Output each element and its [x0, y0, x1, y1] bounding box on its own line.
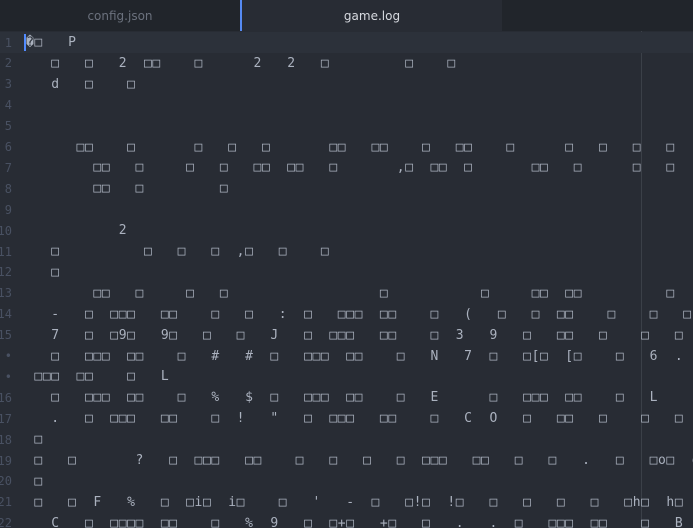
line-number: 7	[0, 161, 12, 175]
line-number-text: 22	[0, 516, 12, 528]
editor-line[interactable]: 7 □□ □ □ □ □□ □□ □ ,□ □□ □ □□ □ □ □	[0, 157, 693, 178]
line-number: 2	[0, 56, 12, 70]
line-text: 7 □ □9□ 9□ □ □ J □ □□□ □□ □ 3 9 □ □□ □ □…	[26, 327, 684, 343]
line-number-text: 10	[0, 223, 12, 238]
line-number-text: 16	[0, 390, 12, 405]
editor-line[interactable]: 12 □	[0, 262, 693, 283]
line-text: □ □ ? □ □□□ □□ □ □ □ □ □□□ □□ □ □ . □ □o…	[26, 453, 693, 468]
line-number: 13	[0, 286, 12, 300]
line-text: d □ □	[26, 76, 136, 92]
line-text: □□□ □□ □ L	[26, 369, 170, 385]
line-text: □□ □ □ □ □ □ □□ □□ □	[26, 285, 675, 301]
line-number-text: 11	[0, 244, 12, 259]
line-number-text: 1	[4, 35, 12, 50]
line-number: 11	[0, 245, 12, 259]
tab-label: game.log	[343, 8, 401, 23]
editor-line[interactable]: 15 7 □ □9□ 9□ □ □ J □ □□□ □□ □ 3 9 □ □□ …	[0, 325, 693, 346]
editor-line[interactable]: 6 □□ □ □ □ □ □□ □□ □ □□ □ □ □ □ □	[0, 137, 693, 158]
line-number: 9	[0, 203, 12, 217]
line-number-text: 19	[0, 453, 12, 468]
editor-line[interactable]: 17 . □ □□□ □□ □ ! " □ □□□ □□ □ C O □ □□ …	[0, 408, 693, 429]
line-text: □□ □ □ □ □ □□ □□ □ □□ □ □ □ □ □	[26, 139, 675, 155]
line-text: □ □□□ □□ □ % $ □ □□□ □□ □ E □ □□□ □□ □ L	[26, 390, 658, 406]
line-number: •	[0, 349, 12, 363]
line-number: 10	[0, 224, 12, 238]
editor-line[interactable]: 2 □ □ 2 □□ □ 2 2 □ □ □	[0, 53, 693, 74]
editor-line[interactable]: 5	[0, 116, 693, 137]
line-number: 8	[0, 182, 12, 196]
editor-line[interactable]: 9	[0, 199, 693, 220]
line-number: 1	[0, 36, 12, 50]
editor-line[interactable]: 18 □	[0, 429, 693, 450]
line-text: □□ □ □	[26, 181, 229, 197]
line-text: □ □ □ □ ,□ □ □	[26, 244, 330, 259]
line-number-text: 9	[4, 202, 12, 217]
editor-line[interactable]: 14 - □ □□□ □□ □ □ : □ □□□ □□ □ ( □ □ □□ …	[0, 304, 693, 325]
line-text: - □ □□□ □□ □ □ : □ □□□ □□ □ ( □ □ □□ □ □…	[26, 306, 692, 322]
line-text: □	[26, 264, 60, 280]
line-text: 2	[26, 223, 128, 239]
line-text: □□ □ □ □ □□ □□ □ ,□ □□ □ □□ □ □ □	[26, 160, 675, 176]
tab-config-json[interactable]: config.json	[0, 0, 240, 31]
editor-line[interactable]: 8 □□ □ □	[0, 178, 693, 199]
line-number: 20	[0, 474, 12, 488]
line-number-text: 21	[0, 495, 12, 510]
line-text: □	[26, 473, 43, 489]
line-text: □ □□□ □□ □ # # □ □□□ □□ □ N 7 □ □[□ [□ □…	[26, 348, 684, 364]
line-number-text: 5	[4, 119, 12, 134]
line-number-text: 20	[0, 474, 12, 489]
line-number: •	[0, 370, 12, 384]
line-number: 19	[0, 454, 12, 468]
line-text: C □ □□□□ □□ □ % 9 □ □+□ +□ □ . . □ □□□ □…	[26, 515, 684, 528]
editor-line[interactable]: 3 d □ □	[0, 74, 693, 95]
line-number-text: 4	[4, 98, 12, 113]
line-text: . □ □□□ □□ □ ! " □ □□□ □□ □ C O □ □□ □ □…	[26, 411, 684, 427]
tab-label: config.json	[87, 8, 153, 23]
editor-line[interactable]: 22 C □ □□□□ □□ □ % 9 □ □+□ +□ □ . . □ □□…	[0, 513, 693, 528]
line-number-text: 18	[0, 432, 12, 447]
line-number: 18	[0, 433, 12, 447]
tab-game-log[interactable]: game.log	[240, 0, 502, 31]
line-number: 16	[0, 391, 12, 405]
line-number-text: 6	[4, 140, 12, 154]
line-text: □ □ F % □ □i□ i□ □ ' - □ □!□ !□ □ □ □ □ …	[26, 494, 684, 510]
editor-line[interactable]: 20 □	[0, 471, 693, 492]
tab-bar: config.json game.log	[0, 0, 693, 31]
line-number: 17	[0, 412, 12, 426]
editor-line[interactable]: 1 �□ P	[0, 32, 693, 53]
editor-line[interactable]: 10 2	[0, 220, 693, 241]
text-editor[interactable]: 1 �□ P2 □ □ 2 □□ □ 2 2 □ □ □ 3 d □ □ 4 5 6 □□…	[0, 31, 693, 528]
line-number-text: 15	[0, 328, 12, 343]
editor-line[interactable]: • □ □□□ □□ □ # # □ □□□ □□ □ N 7 □ □[□ [□…	[0, 346, 693, 367]
line-number-text: 12	[0, 265, 12, 280]
line-number-text: 17	[0, 411, 12, 426]
line-number: 12	[0, 265, 12, 279]
line-number: 15	[0, 328, 12, 342]
line-number: 5	[0, 119, 12, 133]
editor-line[interactable]: 11 □ □ □ □ ,□ □ □	[0, 241, 693, 262]
editor-line[interactable]: 16 □ □□□ □□ □ % $ □ □□□ □□ □ E □ □□□ □□ …	[0, 387, 693, 408]
editor-line[interactable]: • □□□ □□ □ L	[0, 366, 693, 387]
line-number-text: 3	[4, 77, 12, 92]
editor-line[interactable]: 4	[0, 95, 693, 116]
line-text: □ □ 2 □□ □ 2 2 □ □ □	[26, 55, 456, 71]
line-number-text: 2	[4, 56, 12, 71]
line-number: 14	[0, 307, 12, 321]
editor-line[interactable]: 13 □□ □ □ □ □ □ □□ □□ □	[0, 283, 693, 304]
line-number: 4	[0, 98, 12, 112]
line-number: 6	[0, 140, 12, 154]
line-number-text: 13	[0, 286, 12, 301]
editor-line[interactable]: 19 □ □ ? □ □□□ □□ □ □ □ □ □□□ □□ □ □ . □…	[0, 450, 693, 471]
line-number-text: 8	[4, 181, 12, 196]
line-text: �□ P	[26, 35, 77, 50]
line-number-text: •	[4, 349, 12, 363]
line-number-text: 14	[0, 307, 12, 322]
line-number: 22	[0, 516, 12, 528]
line-number-text: •	[4, 369, 12, 384]
line-number-text: 7	[4, 160, 12, 175]
editor-line[interactable]: 21 □ □ F % □ □i□ i□ □ ' - □ □!□ !□ □ □ □…	[0, 492, 693, 513]
line-text: □	[26, 432, 43, 448]
line-number: 21	[0, 495, 12, 509]
line-number: 3	[0, 77, 12, 91]
